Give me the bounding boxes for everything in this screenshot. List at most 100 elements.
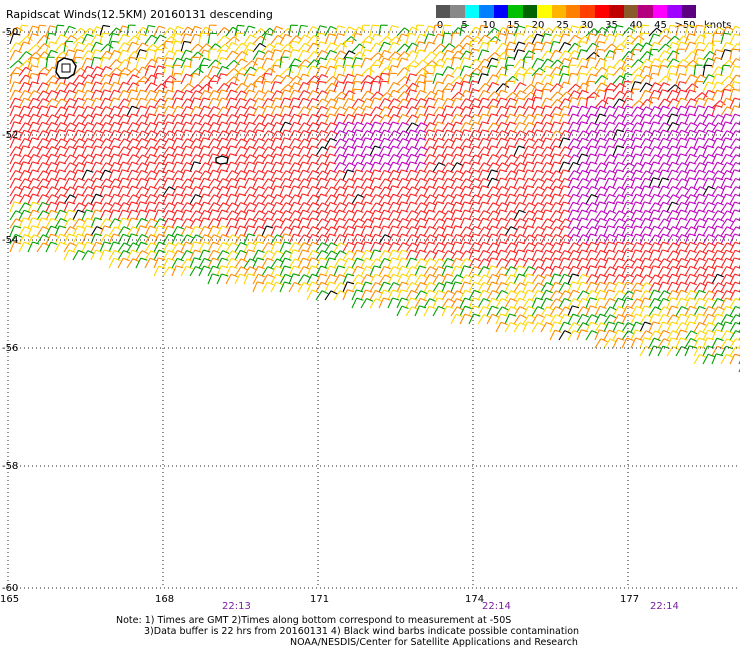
wind-barb-feather: [204, 257, 211, 262]
wind-barb: [63, 25, 70, 37]
wind-barb: [387, 193, 394, 205]
wind-barb-feather: [581, 257, 589, 261]
wind-barb-feather: [626, 97, 634, 101]
wind-barb-feather: [426, 64, 434, 67]
wind-barb-feather: [77, 129, 85, 134]
wind-barb-feather: [725, 177, 733, 181]
wind-barb-feather: [483, 249, 491, 254]
wind-barb-feather: [318, 80, 326, 84]
wind-barb: [504, 266, 512, 277]
wind-barb-feather: [284, 49, 292, 54]
wind-barb-feather: [582, 178, 590, 182]
wind-barb: [333, 73, 340, 85]
wind-barb-feather: [473, 161, 481, 165]
wind-barb-feather: [105, 73, 113, 78]
wind-barb-feather: [76, 49, 84, 52]
wind-barb: [666, 98, 674, 109]
wind-barb-feather: [23, 105, 31, 109]
wind-barb-feather: [186, 225, 193, 230]
wind-barb-feather: [195, 193, 203, 198]
wind-barb-feather: [195, 105, 202, 110]
wind-barb-feather: [438, 193, 446, 198]
wind-barb-feather: [186, 218, 194, 223]
wind-barb-feather: [377, 91, 384, 97]
wind-barb-feather: [203, 177, 211, 182]
wind-barb-feather: [582, 185, 590, 190]
wind-barb-feather: [671, 161, 679, 166]
wind-barb-feather: [726, 26, 734, 31]
wind-barb-feather: [318, 32, 326, 35]
wind-barb-feather: [501, 186, 509, 190]
wind-barb: [432, 234, 439, 245]
wind-barb: [153, 25, 160, 37]
wind-barb-feather: [717, 210, 725, 214]
wind-barb-feather: [86, 97, 94, 102]
wind-barb-feather: [87, 137, 95, 142]
wind-barb: [207, 49, 211, 61]
wind-barb-feather: [555, 26, 563, 31]
wind-barb-feather: [123, 89, 130, 94]
wind-barb: [135, 76, 145, 85]
wind-barb-feather: [473, 137, 481, 141]
wind-barb-feather: [419, 113, 427, 117]
wind-barb-feather: [138, 80, 146, 83]
wind-barb: [45, 209, 52, 221]
wind-barb-feather: [717, 218, 725, 222]
wind-barb: [225, 60, 235, 69]
wind-barb-feather: [564, 129, 572, 134]
wind-barb-feather: [420, 177, 428, 182]
wind-barb-feather: [14, 89, 22, 94]
wind-barb-feather: [195, 225, 202, 230]
wind-barb-feather: [257, 105, 265, 110]
wind-barb-feather: [617, 225, 625, 230]
wind-barb: [360, 35, 369, 45]
wind-barb-feather: [698, 257, 706, 262]
wind-barb-feather: [717, 234, 725, 238]
wind-barb-feather: [708, 201, 716, 206]
wind-barb-feather: [591, 193, 599, 198]
wind-barb-feather: [717, 241, 724, 246]
wind-barb-feather: [689, 153, 697, 158]
wind-barb-feather: [732, 88, 740, 91]
wind-barb-feather: [195, 218, 203, 222]
wind-barb-feather: [329, 177, 337, 182]
wind-barb-feather: [644, 257, 652, 262]
wind-barb-feather: [338, 209, 346, 214]
wind-barb-feather: [555, 202, 563, 206]
wind-barb-feather: [302, 185, 310, 189]
wind-barb: [306, 51, 315, 61]
wind-barb-feather: [258, 185, 266, 190]
wind-barb-feather: [428, 201, 436, 206]
wind-barb-feather: [546, 113, 553, 118]
wind-barb-feather: [24, 169, 32, 174]
wind-barb: [459, 42, 467, 53]
wind-barb-feather: [608, 185, 616, 190]
wind-barb-feather: [104, 169, 112, 174]
wind-barb-feather: [678, 24, 686, 27]
wind-barb-feather: [708, 170, 716, 174]
wind-barb-feather: [213, 145, 221, 150]
wind-barb-feather: [183, 40, 191, 44]
wind-barb-feather: [248, 129, 256, 134]
wind-barb-feather: [678, 64, 686, 67]
wind-barb-feather: [32, 105, 40, 110]
wind-barb-feather: [339, 162, 347, 166]
wind-barb-feather: [15, 169, 23, 174]
wind-barb-feather: [338, 193, 346, 197]
wind-barb-feather: [607, 73, 615, 76]
wind-barb: [684, 51, 693, 61]
wind-barb-feather: [348, 26, 356, 31]
wind-barb-feather: [284, 113, 292, 118]
wind-barb-feather: [267, 169, 275, 174]
wind-barb: [369, 25, 373, 37]
wind-barb-feather: [321, 50, 329, 54]
wind-barb-feather: [14, 49, 22, 54]
wind-barb-feather: [266, 257, 274, 262]
wind-barb-feather: [644, 177, 652, 182]
wind-barb-feather: [292, 49, 300, 52]
wind-barb-feather: [429, 146, 437, 150]
wind-barb-feather: [165, 40, 173, 43]
wind-barb-feather: [86, 57, 94, 61]
wind-barb-feather: [734, 209, 740, 213]
wind-barb-feather: [715, 105, 723, 108]
